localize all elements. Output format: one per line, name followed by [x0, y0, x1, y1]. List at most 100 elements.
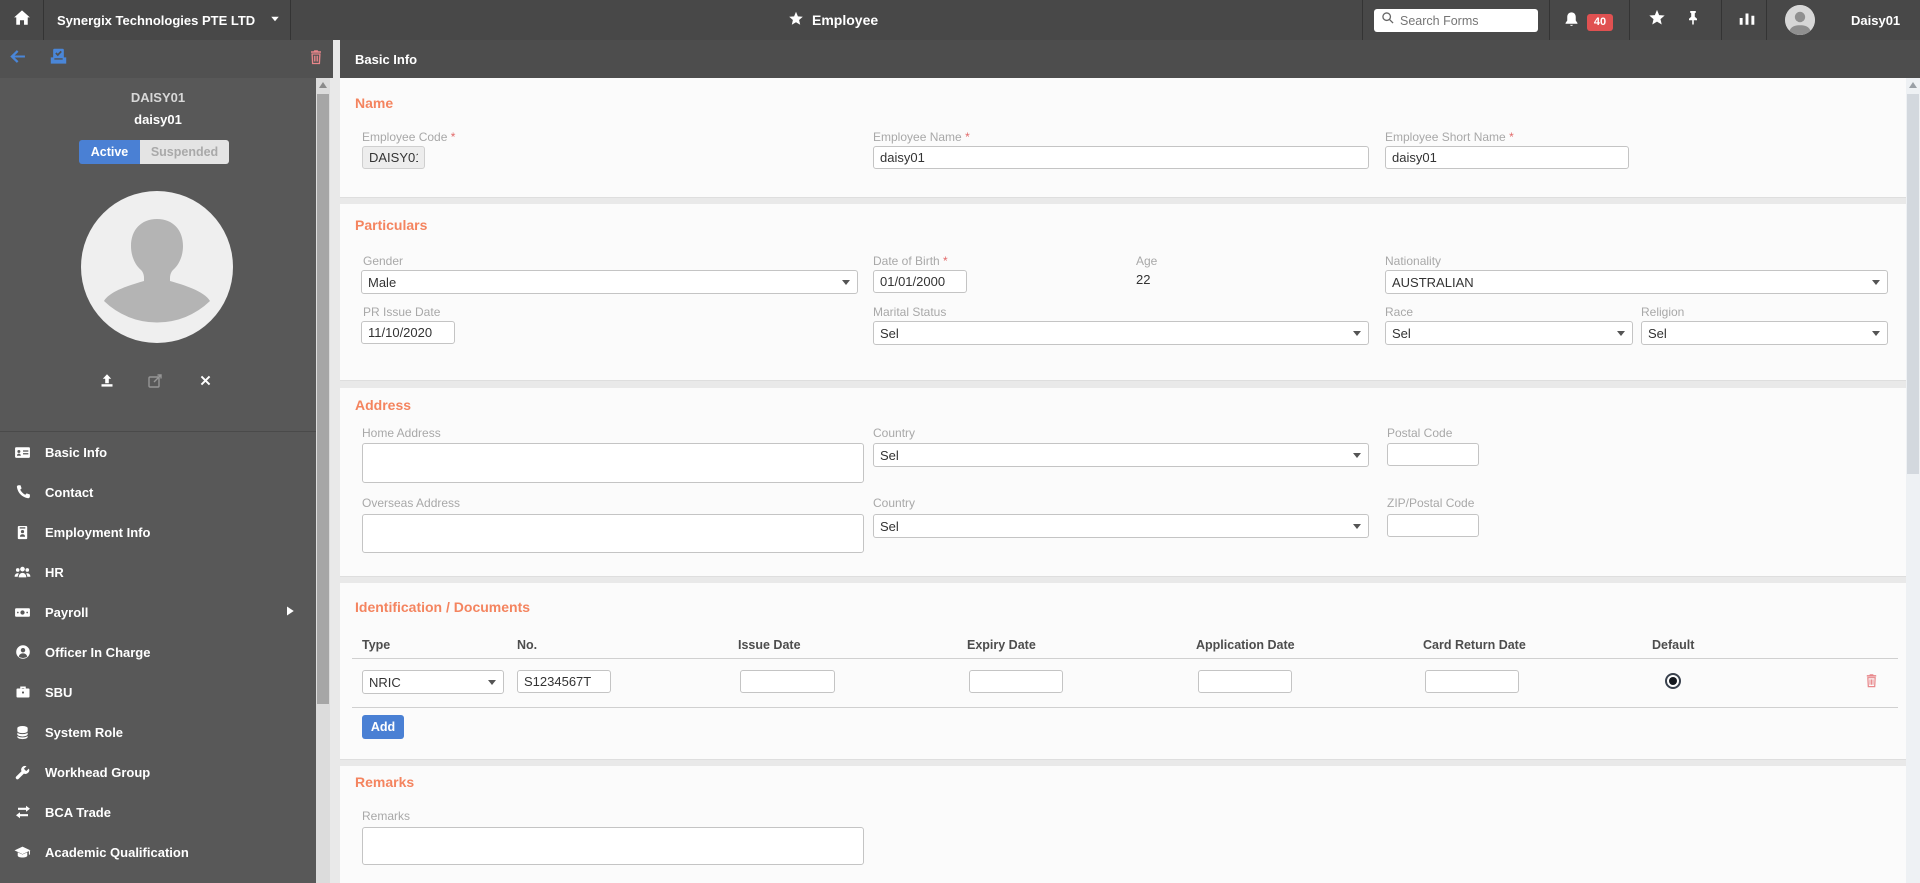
status-suspended-button[interactable]: Suspended: [140, 140, 229, 164]
notifications-button[interactable]: 40: [1563, 11, 1613, 33]
upload-photo-button[interactable]: [97, 373, 117, 393]
id-no-field[interactable]: [517, 670, 611, 693]
basic-info-form: Name Employee Code * Employee Name * Emp…: [340, 78, 1906, 883]
scroll-up-arrow[interactable]: [1909, 82, 1917, 88]
race-select[interactable]: Sel: [1385, 321, 1633, 345]
star-icon: [1648, 9, 1666, 32]
exchange-icon: [14, 804, 31, 821]
overseas-country-select[interactable]: Sel: [873, 514, 1369, 538]
edit-photo-button[interactable]: [145, 373, 165, 393]
top-bar: Synergix Technologies PTE LTD Employee 4…: [0, 0, 1920, 40]
delete-record-button[interactable]: [303, 40, 329, 78]
divider: [1766, 0, 1767, 40]
employee-name-field[interactable]: [873, 146, 1369, 169]
person-circle-icon: [14, 644, 31, 661]
sidebar-item-label: System Role: [45, 724, 124, 740]
sidebar-item-hr[interactable]: HR: [0, 552, 316, 592]
page-title-wrap: Employee: [788, 0, 878, 40]
delete-row-button[interactable]: [1864, 673, 1879, 693]
overseas-address-field[interactable]: [362, 514, 864, 553]
zip-postal-code-field[interactable]: [1387, 514, 1479, 537]
briefcase-icon: [14, 684, 31, 701]
username[interactable]: Daisy01: [1851, 0, 1900, 40]
remove-photo-button[interactable]: [195, 373, 215, 393]
id-type-select[interactable]: NRIC: [362, 670, 504, 694]
search-icon: [1381, 11, 1395, 30]
sidebar-item-officer-in-charge[interactable]: Officer In Charge: [0, 632, 316, 672]
sidebar-item-label: Payroll: [45, 604, 89, 620]
chevron-down-icon: [488, 680, 496, 685]
employee-code-field: [362, 146, 425, 169]
table-row-divider: [352, 707, 1898, 708]
sidebar-item-employment-info[interactable]: Employment Info: [0, 512, 316, 552]
required-marker: *: [1509, 130, 1514, 144]
column-header: Issue Date: [738, 638, 801, 652]
expiry-date-field[interactable]: [969, 670, 1063, 693]
employee-app: Synergix Technologies PTE LTD Employee 4…: [0, 0, 1920, 883]
badge-icon: [14, 524, 31, 541]
chevron-down-icon: [842, 280, 850, 285]
favorite-star-icon[interactable]: [788, 11, 804, 30]
search-input[interactable]: [1400, 13, 1520, 28]
section-particulars: Particulars Gender Male Date of Birth * …: [340, 204, 1906, 381]
employee-short-name-field[interactable]: [1385, 146, 1629, 169]
section-title: Identification / Documents: [355, 599, 531, 615]
content-header: Basic Info: [340, 40, 1920, 78]
column-header: Application Date: [1196, 638, 1295, 652]
sidebar-item-sbu[interactable]: SBU: [0, 672, 316, 712]
status-active-button[interactable]: Active: [79, 140, 140, 164]
issue-date-field[interactable]: [740, 670, 835, 693]
field-label: Date of Birth *: [873, 254, 948, 268]
sidebar-scrollbar[interactable]: [316, 78, 330, 883]
sidebar-item-academic-qualification[interactable]: Academic Qualification: [0, 832, 316, 872]
section-address: Address Home Address Country Sel Postal …: [340, 388, 1906, 577]
column-header: Card Return Date: [1423, 638, 1526, 652]
back-button[interactable]: [4, 40, 30, 78]
dashboard-button[interactable]: [1734, 0, 1760, 40]
column-header: No.: [517, 638, 538, 652]
sidebar-scrollbar-thumb[interactable]: [317, 94, 329, 704]
home-address-field[interactable]: [362, 443, 864, 483]
pin-icon: [1685, 10, 1701, 31]
column-header: Expiry Date: [967, 638, 1036, 652]
favorites-button[interactable]: [1645, 0, 1669, 40]
card-return-date-field[interactable]: [1425, 670, 1519, 693]
search-forms: [1374, 9, 1538, 32]
date-of-birth-field[interactable]: [873, 270, 967, 293]
application-date-field[interactable]: [1198, 670, 1292, 693]
sidebar-item-contact[interactable]: Contact: [0, 472, 316, 512]
home-button[interactable]: [0, 0, 43, 40]
pinned-button[interactable]: [1681, 0, 1705, 40]
home-country-select[interactable]: Sel: [873, 443, 1369, 467]
save-record-button[interactable]: [44, 40, 72, 78]
bell-icon: [1563, 11, 1580, 33]
divider: [43, 0, 44, 40]
company-name: Synergix Technologies PTE LTD: [57, 12, 256, 28]
gender-select[interactable]: Male: [361, 270, 858, 294]
scroll-up-arrow[interactable]: [319, 82, 327, 88]
upload-icon: [99, 373, 115, 394]
marital-status-select[interactable]: Sel: [873, 321, 1369, 345]
sidebar-item-basic-info[interactable]: Basic Info: [0, 432, 316, 472]
field-label: ZIP/Postal Code: [1387, 496, 1475, 510]
remarks-field[interactable]: [362, 827, 864, 865]
main-scrollbar-thumb[interactable]: [1907, 94, 1919, 474]
chevron-down-icon: [269, 13, 281, 28]
sidebar-item-workhead-group[interactable]: Workhead Group: [0, 752, 316, 792]
nationality-select[interactable]: AUSTRALIAN: [1385, 270, 1888, 294]
pr-issue-date-field[interactable]: [361, 321, 455, 344]
content-title: Basic Info: [355, 51, 418, 67]
religion-select[interactable]: Sel: [1641, 321, 1888, 345]
add-identification-button[interactable]: Add: [362, 715, 404, 739]
wrench-icon: [14, 764, 31, 781]
sidebar-item-system-role[interactable]: System Role: [0, 712, 316, 752]
main-scrollbar[interactable]: [1906, 78, 1920, 883]
postal-code-field[interactable]: [1387, 443, 1479, 466]
user-avatar[interactable]: [1785, 5, 1815, 35]
sidebar-item-bca-trade[interactable]: BCA Trade: [0, 792, 316, 832]
sidebar-item-label: Workhead Group: [45, 764, 151, 780]
default-radio[interactable]: [1665, 673, 1681, 689]
notification-count-badge: 40: [1587, 13, 1613, 31]
sidebar-item-payroll[interactable]: Payroll: [0, 592, 316, 632]
company-selector[interactable]: Synergix Technologies PTE LTD: [57, 0, 281, 40]
